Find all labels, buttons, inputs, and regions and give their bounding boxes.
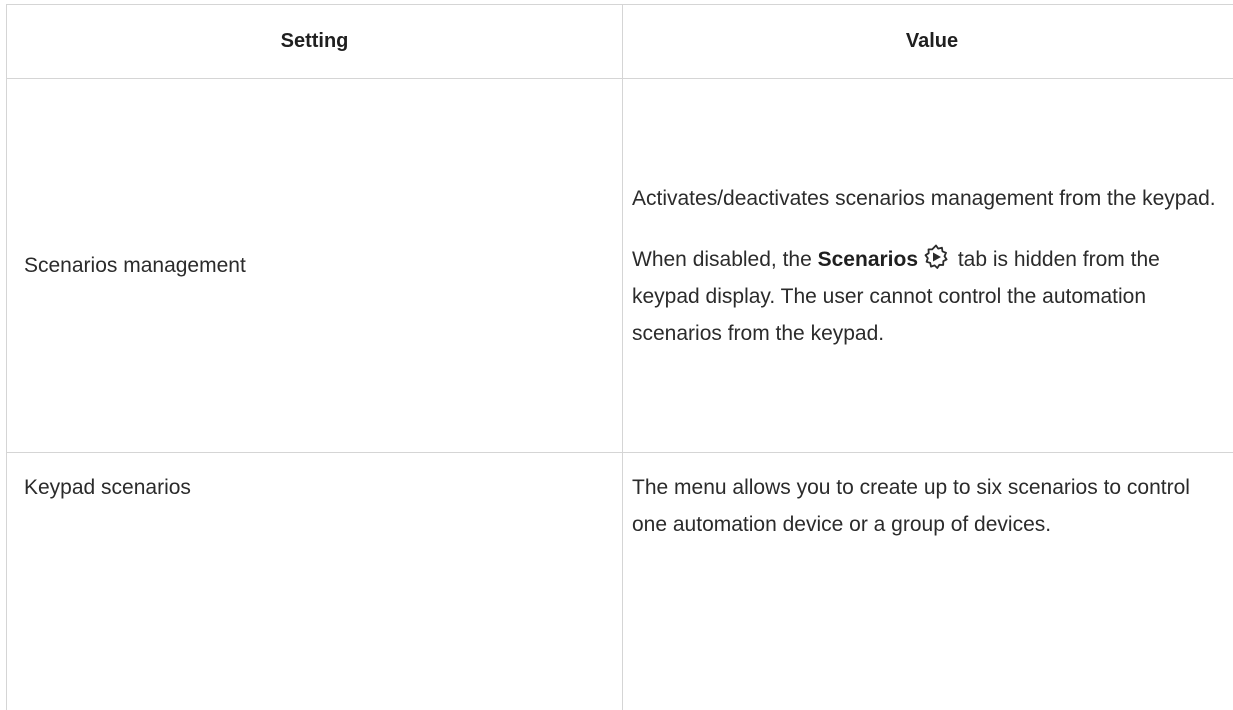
setting-name-cell: Scenarios management <box>6 78 623 453</box>
value-description: The menu allows you to create up to six … <box>632 476 1190 536</box>
table-row: Scenarios management Activates/deactivat… <box>6 78 1233 453</box>
column-header-setting: Setting <box>6 4 623 79</box>
scenarios-tab-name: Scenarios <box>817 247 919 271</box>
settings-table: Setting Value Scenarios management Activ… <box>6 4 1233 710</box>
value-note-prefix: When disabled, the <box>632 247 818 271</box>
setting-value-cell: Activates/deactivates scenarios manageme… <box>622 78 1233 453</box>
setting-value-cell: The menu allows you to create up to six … <box>622 452 1233 710</box>
value-description: Activates/deactivates scenarios manageme… <box>632 186 1216 210</box>
value-note: When disabled, the Scenarios tab is hidd… <box>632 241 1227 352</box>
page: Setting Value Scenarios management Activ… <box>0 0 1233 710</box>
table-header-row: Setting Value <box>6 4 1233 79</box>
scenarios-icon <box>924 244 948 269</box>
setting-name-cell: Keypad scenarios <box>6 452 623 710</box>
table-row: Keypad scenarios The menu allows you to … <box>6 452 1233 710</box>
column-header-value: Value <box>622 4 1233 79</box>
